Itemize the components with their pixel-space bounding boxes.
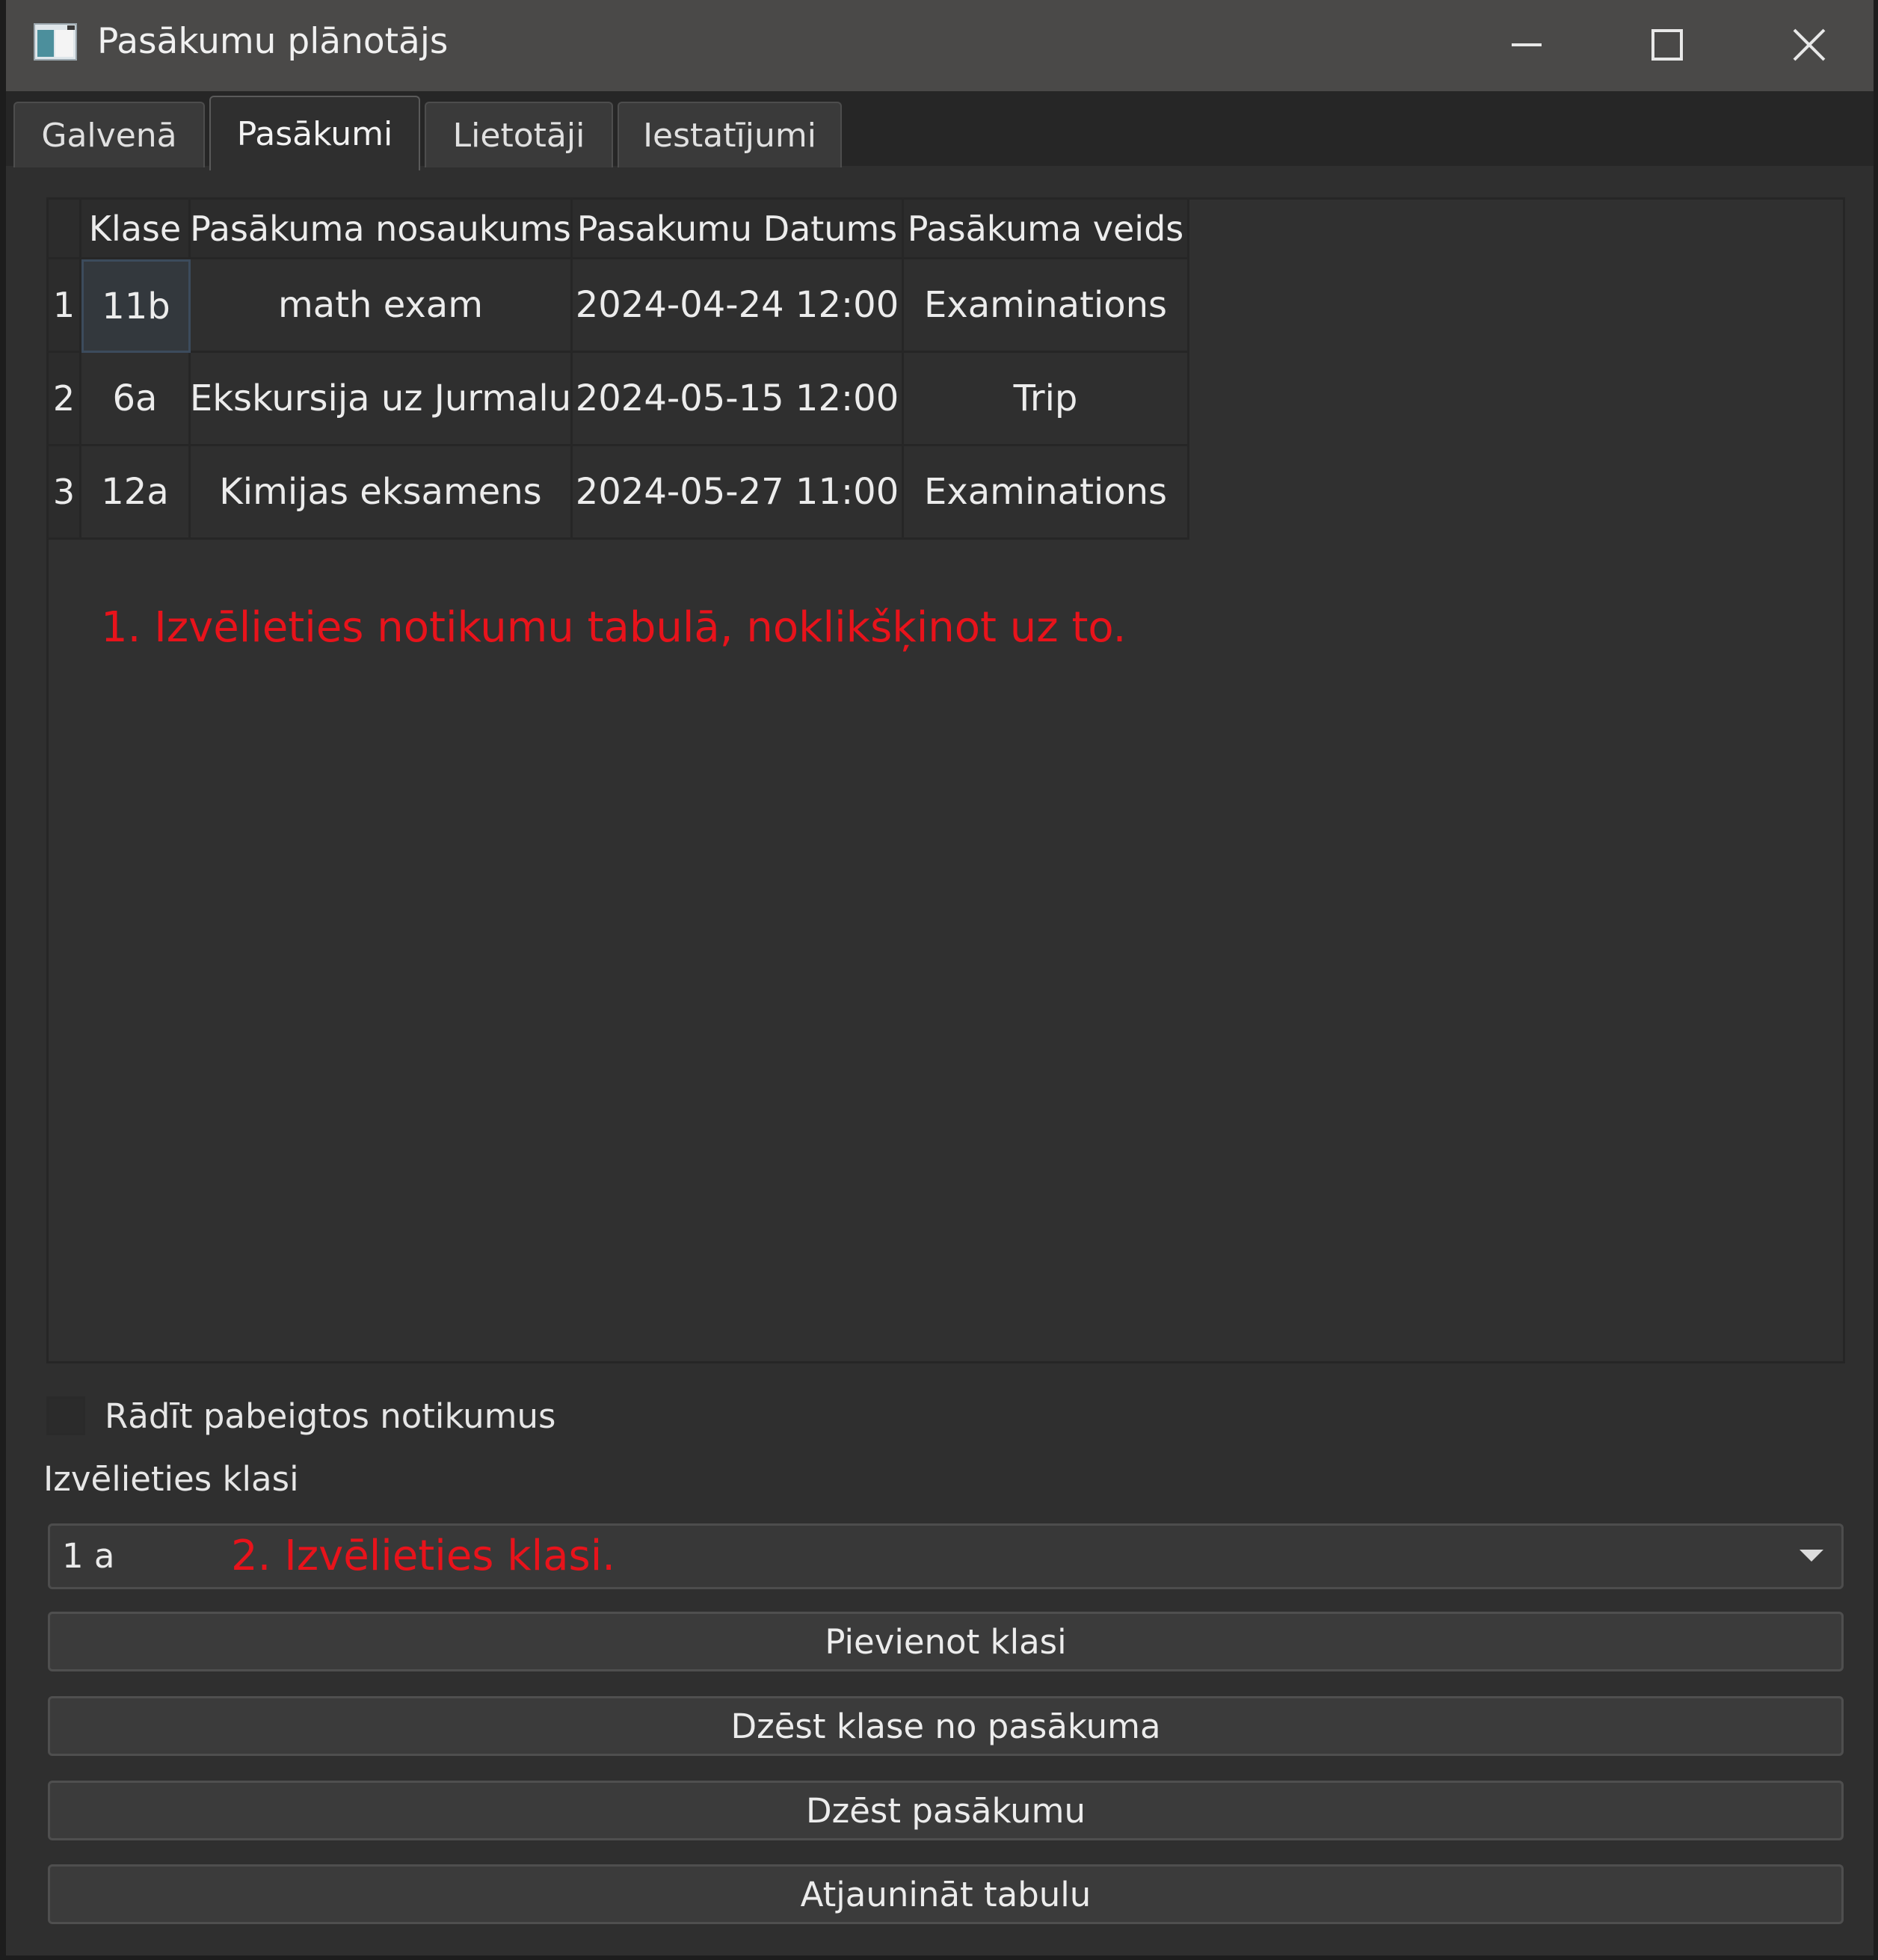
table-cell[interactable]: 2024-05-15 12:00 [573,353,904,446]
cell-text: 2024-05-15 12:00 [575,377,899,419]
remove-class-button[interactable]: Dzēst klase no pasākuma [48,1696,1844,1756]
column-header-label: Pasakumu Datums [576,208,898,249]
maximize-button[interactable] [1622,15,1712,75]
cell-text: math exam [278,284,483,326]
delete-event-button[interactable]: Dzēst pasākumu [48,1781,1844,1840]
window-title: Pasākumu plānotājs [97,21,449,62]
close-icon [1793,28,1826,61]
table-cell[interactable]: Examinations [904,446,1189,540]
row-header[interactable]: 1 [49,259,81,353]
tab-lietotaji[interactable]: Lietotāji [425,102,613,167]
tab-content: Klase Pasākuma nosaukums Pasakumu Datums… [19,166,1860,1956]
cell-text: 11b [102,285,170,327]
cell-text: 6a [112,377,158,419]
events-table[interactable]: Klase Pasākuma nosaukums Pasakumu Datums… [46,197,1845,1363]
class-select-label: Izvēlieties klasi [43,1459,299,1499]
row-number: 1 [52,285,76,325]
table-cell[interactable]: Kimijas eksamens [191,446,573,540]
tab-label: Pasākumi [236,114,393,153]
tab-label: Galvenā [41,116,177,155]
cell-text: Examinations [923,471,1168,513]
column-header-veids[interactable]: Pasākuma veids [904,200,1189,259]
column-header-datums[interactable]: Pasakumu Datums [573,200,904,259]
table-cell[interactable]: 6a [81,353,191,446]
app-window: Pasākumu plānotājs Galvenā Pasākumi Liet… [0,0,1878,1960]
table-cell[interactable]: 2024-04-24 12:00 [573,259,904,353]
tab-label: Iestatījumi [643,116,816,155]
cell-text: Ekskursija uz Jurmalu [191,377,572,419]
close-button[interactable] [1764,15,1854,75]
maximize-icon [1651,29,1683,61]
table-cell[interactable]: Examinations [904,259,1189,353]
cell-text: Examinations [923,284,1168,326]
tab-pasakumi[interactable]: Pasākumi [209,96,420,170]
column-header-nosaukums[interactable]: Pasākuma nosaukums [191,200,573,259]
table-corner[interactable] [49,200,81,259]
class-select-value: 1 a [62,1536,115,1576]
table-cell[interactable]: math exam [191,259,573,353]
table-cell[interactable]: 11b [81,259,191,353]
row-header[interactable]: 2 [49,353,81,446]
column-header-klase[interactable]: Klase [81,200,191,259]
table-cell[interactable]: Ekskursija uz Jurmalu [191,353,573,446]
row-header[interactable]: 3 [49,446,81,540]
class-select-dropdown[interactable]: 1 a 2. Izvēlieties klasi. [48,1523,1844,1589]
instruction-annotation-1: 1. Izvēlieties notikumu tabulā, noklikšķ… [101,603,1127,652]
show-finished-row: Rādīt pabeigtos notikumus [46,1392,555,1440]
minimize-icon [1512,43,1542,46]
add-class-button[interactable]: Pievienot klasi [48,1612,1844,1671]
cell-text: Kimijas eksamens [219,471,542,513]
tab-bar: Galvenā Pasākumi Lietotāji Iestatījumi [6,91,1874,170]
row-number: 2 [52,378,76,419]
table-cell[interactable]: 2024-05-27 11:00 [573,446,904,540]
chevron-down-icon [1800,1550,1823,1562]
cell-text: 2024-05-27 11:00 [575,471,899,513]
app-icon [34,23,77,61]
cell-text: 2024-04-24 12:00 [575,284,899,326]
tab-galvena[interactable]: Galvenā [13,102,205,167]
row-number: 3 [52,472,76,512]
title-bar[interactable]: Pasākumu plānotājs [6,0,1874,91]
column-header-label: Pasākuma veids [907,208,1184,249]
tab-iestatijumi[interactable]: Iestatījumi [618,102,842,167]
show-finished-checkbox[interactable] [46,1396,85,1435]
column-header-label: Pasākuma nosaukums [191,208,571,249]
table-cell[interactable]: Trip [904,353,1189,446]
minimize-button[interactable] [1482,15,1571,75]
cell-text: 12a [101,471,169,513]
tab-label: Lietotāji [452,116,585,155]
show-finished-label[interactable]: Rādīt pabeigtos notikumus [105,1396,555,1436]
instruction-annotation-2: 2. Izvēlieties klasi. [231,1532,616,1580]
table-cell[interactable]: 12a [81,446,191,540]
column-header-label: Klase [88,208,182,249]
cell-text: Trip [1013,377,1078,419]
refresh-table-button[interactable]: Atjaunināt tabulu [48,1864,1844,1924]
